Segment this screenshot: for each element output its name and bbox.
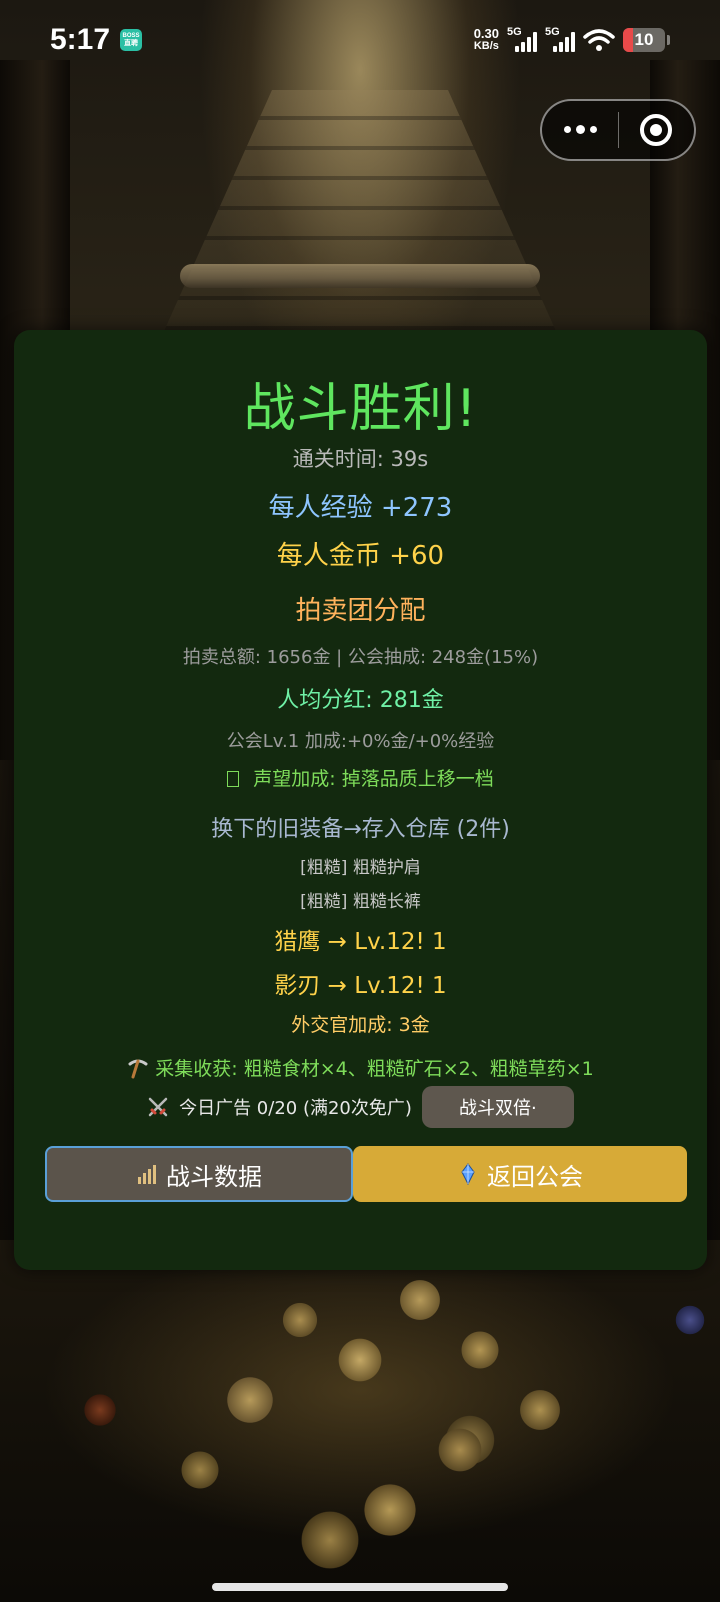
clear-time: 通关时间: 39s <box>292 447 429 471</box>
home-indicator[interactable] <box>212 1583 508 1591</box>
bar-chart-icon <box>138 1165 156 1184</box>
signal-icon: 5G <box>507 26 537 52</box>
old-gear-item: [粗糙] 粗糙护肩 <box>300 858 421 878</box>
battle-result-panel: 战斗胜利! 通关时间: 39s 每人经验 +273 每人金币 +60 拍卖团分配… <box>14 330 707 1270</box>
reputation-bonus-text: 声望加成: 掉落品质上移一档 <box>253 768 494 790</box>
daily-ad-count: 今日广告 0/20 (满20次免广) <box>179 1098 412 1119</box>
target-close-icon[interactable] <box>619 114 694 146</box>
wifi-icon <box>583 29 615 51</box>
diplomat-bonus: 外交官加成: 3金 <box>291 1014 430 1036</box>
old-gear-title: 换下的旧装备→存入仓库 (2件) <box>211 817 510 842</box>
exp-reward: 每人经验 +273 <box>268 493 453 523</box>
battery-level: 10 <box>634 30 654 49</box>
dividend-per-person: 人均分红: 281金 <box>277 688 444 713</box>
crystal-icon <box>461 1163 475 1185</box>
net-speed-unit: KB/s <box>473 40 499 52</box>
reputation-bonus: 声望加成: 掉落品质上移一档 <box>14 764 707 791</box>
victory-title: 战斗胜利! <box>243 379 478 439</box>
auction-title: 拍卖团分配 <box>295 596 426 626</box>
boss-app-icon: BOSS 直聘 <box>120 29 143 51</box>
app-badge-line2: 直聘 <box>124 40 139 47</box>
pickaxe-icon <box>128 1059 148 1079</box>
network-speed: 0.30 KB/s <box>473 26 499 52</box>
status-bar: 5:17 BOSS 直聘 0.30 KB/s 5G 5G 10 <box>0 0 720 80</box>
battery-icon: 10 <box>623 28 665 52</box>
crossed-swords-icon <box>148 1097 168 1117</box>
background-scroll <box>180 264 540 288</box>
auction-summary: 拍卖总额: 1656金 | 公会抽成: 248金(15%) <box>182 647 539 668</box>
status-time: 5:17 <box>50 23 111 56</box>
ad-row: 今日广告 0/20 (满20次免广) 战斗双倍· <box>14 1086 707 1128</box>
miniprogram-capsule <box>540 99 696 161</box>
more-dots-icon[interactable] <box>542 125 618 134</box>
gather-harvest-text: 采集收获: 粗糙食材×4、粗糙矿石×2、粗糙草药×1 <box>155 1058 594 1080</box>
battle-stats-label: 战斗数据 <box>166 1162 262 1191</box>
gold-reward: 每人金币 +60 <box>276 541 445 571</box>
level-up-item: 影刃 → Lv.12! 1 <box>274 973 447 999</box>
battle-double-button[interactable]: 战斗双倍· <box>421 1086 574 1128</box>
return-guild-label: 返回公会 <box>487 1162 583 1191</box>
return-guild-button[interactable]: 返回公会 <box>353 1146 687 1202</box>
level-up-item: 猎鹰 → Lv.12! 1 <box>274 929 447 955</box>
battle-stats-button[interactable]: 战斗数据 <box>45 1146 353 1202</box>
gather-harvest: 采集收获: 粗糙食材×4、粗糙矿石×2、粗糙草药×1 <box>14 1054 707 1081</box>
signal-icon: 5G <box>545 26 575 52</box>
reputation-icon <box>227 771 240 787</box>
background-treasure-coins <box>0 1240 720 1602</box>
old-gear-item: [粗糙] 粗糙长裤 <box>300 892 421 912</box>
background-stairs <box>160 90 560 340</box>
net-speed-value: 0.30 <box>473 26 499 41</box>
guild-bonus: 公会Lv.1 加成:+0%金/+0%经验 <box>226 731 495 752</box>
app-badge-line1: BOSS <box>122 33 140 39</box>
